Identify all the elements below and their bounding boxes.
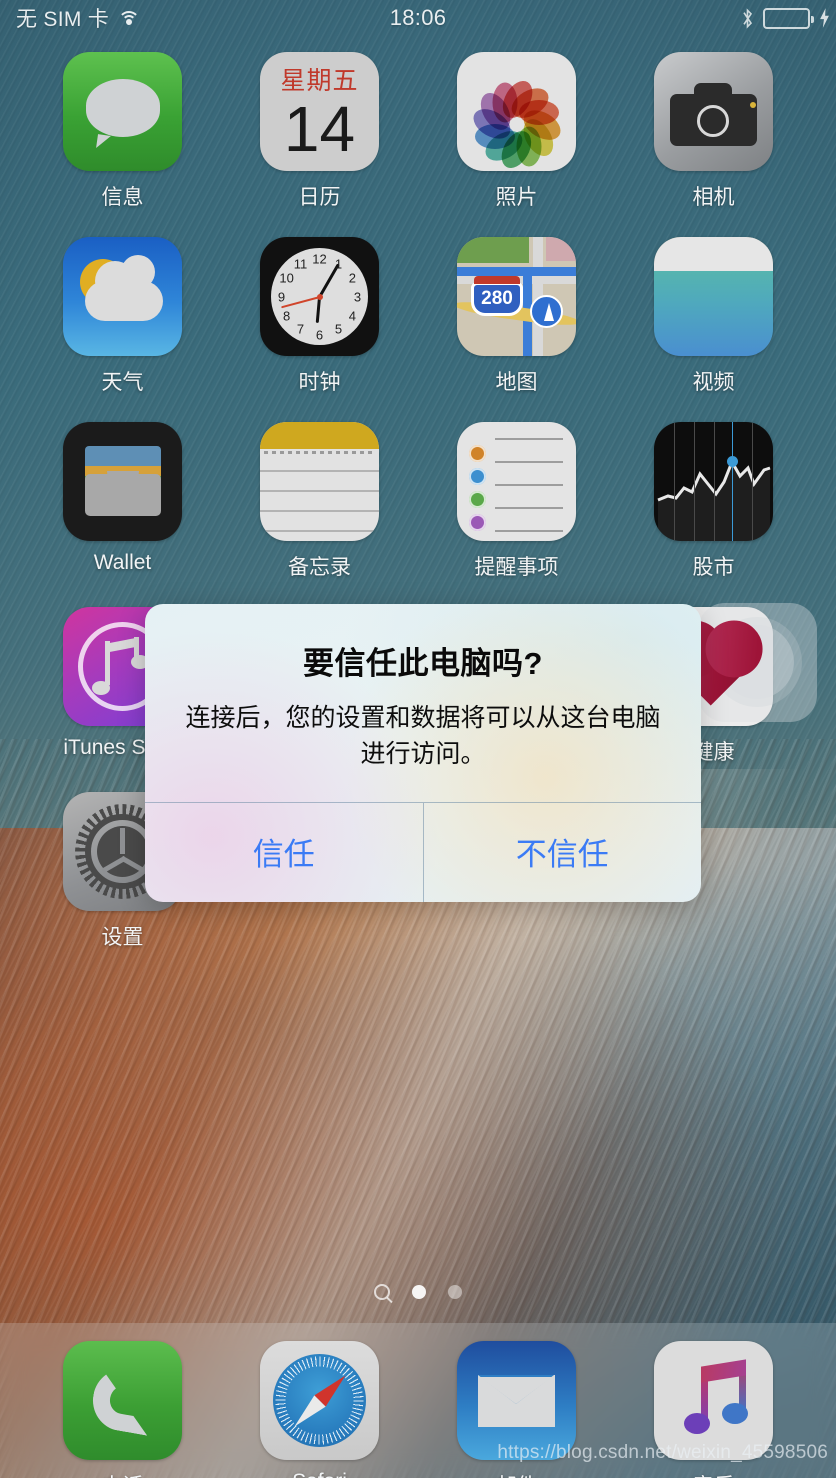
alert-title: 要信任此电脑吗? [303, 646, 543, 681]
alert-button-row: 信任 不信任 [145, 802, 701, 902]
dont-trust-button[interactable]: 不信任 [422, 803, 702, 902]
alert-message: 连接后，您的设置和数据将可以从这台电脑进行访问。 [185, 704, 661, 768]
trust-computer-alert: 要信任此电脑吗? 连接后，您的设置和数据将可以从这台电脑进行访问。 信任 不信任 [145, 604, 701, 902]
trust-button[interactable]: 信任 [145, 803, 423, 902]
alert-overlay: 要信任此电脑吗? 连接后，您的设置和数据将可以从这台电脑进行访问。 信任 不信任 [0, 0, 836, 1478]
watermark-url: https://blog.csdn.net/weixin_45598506 [497, 1442, 828, 1463]
alert-body: 要信任此电脑吗? 连接后，您的设置和数据将可以从这台电脑进行访问。 [145, 604, 701, 802]
